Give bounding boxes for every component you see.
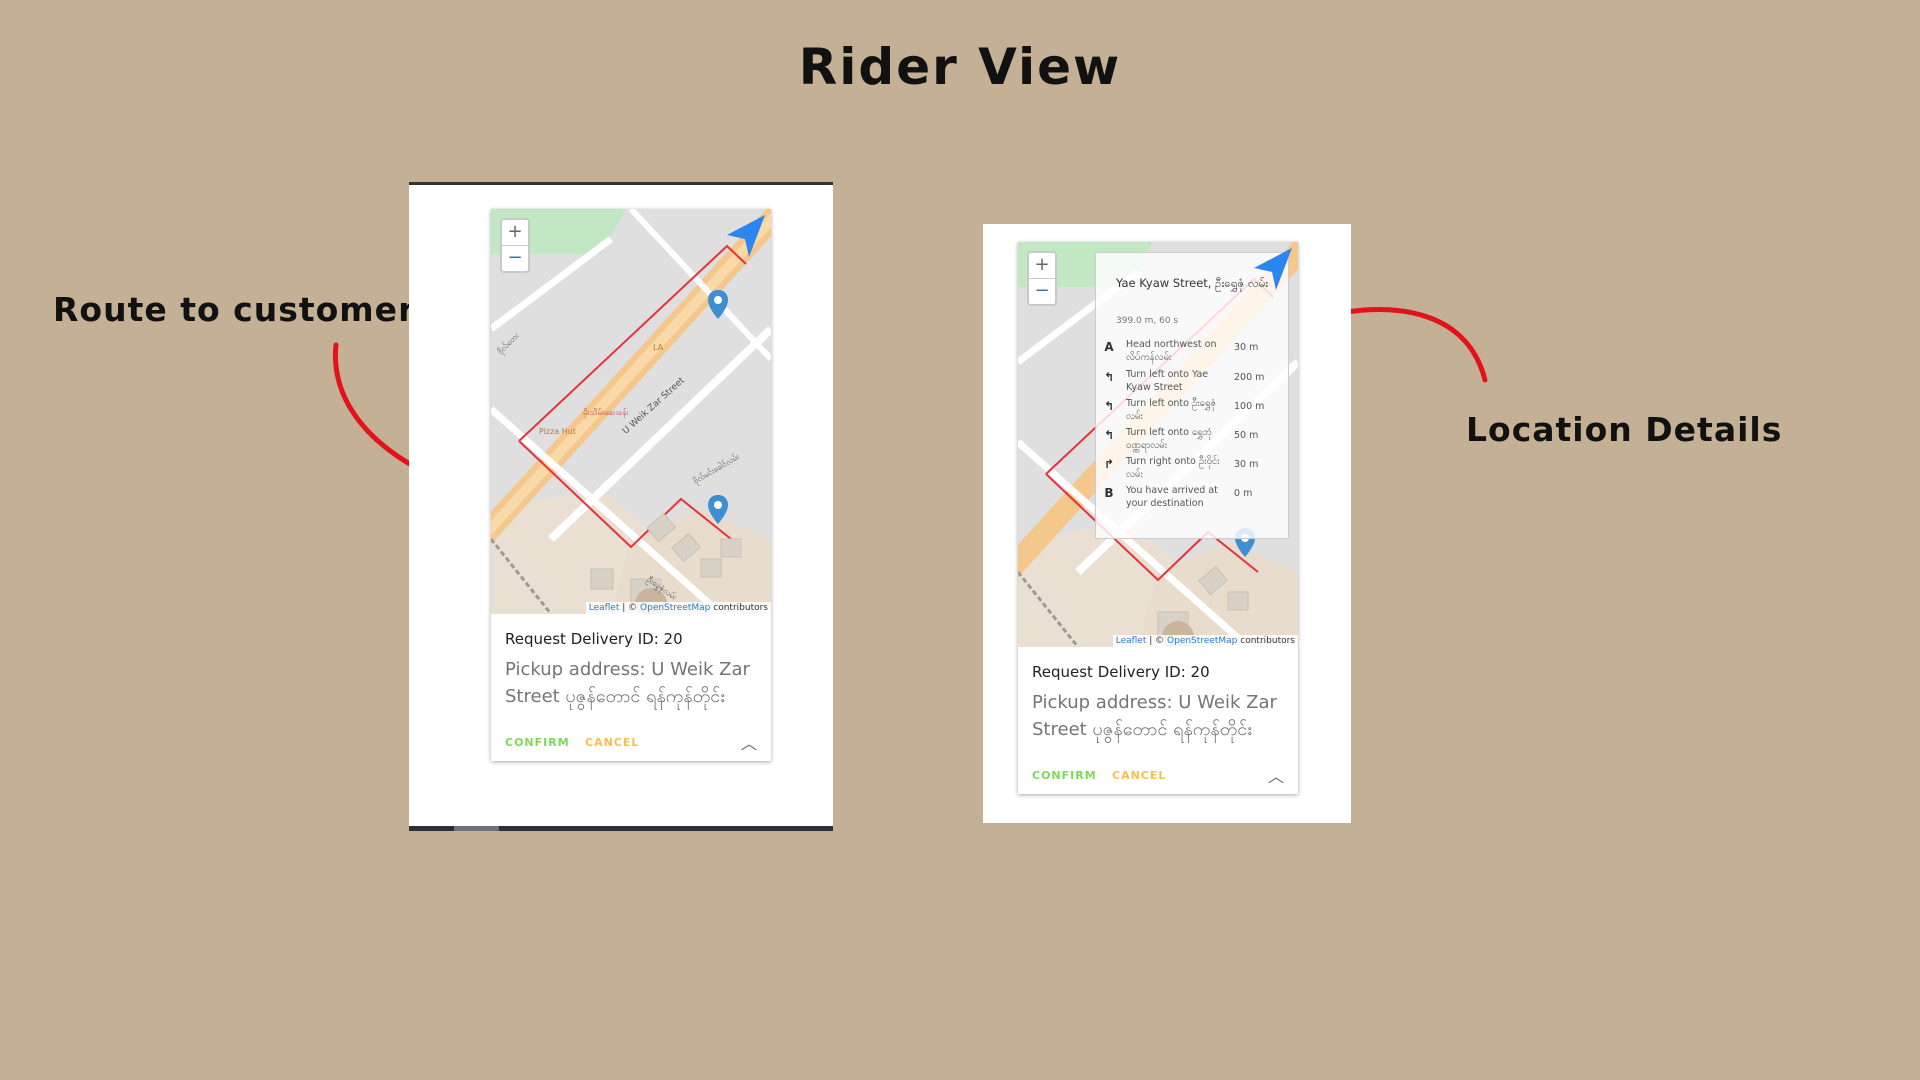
phone-screen: U Weik Zar Street Pizza Hut LA မိုးသိမ်း… (491, 209, 771, 761)
chevron-up-icon[interactable]: ︿ (741, 730, 757, 754)
route-step-text: Head northwest on လိပ်ကန်လမ်း (1126, 339, 1217, 363)
zoom-out-button[interactable]: − (1029, 279, 1055, 304)
end-marker-icon: B (1104, 486, 1114, 500)
map-view[interactable]: + − Yae Kyaw Street, ဦးရွှေဇုံ လမ်း 399.… (1018, 242, 1298, 647)
routing-directions-panel[interactable]: Yae Kyaw Street, ဦးရွှေဇုံ လမ်း 399.0 m,… (1095, 252, 1289, 539)
map-marker-icon[interactable] (707, 494, 729, 526)
navigate-arrow-icon[interactable] (721, 213, 767, 259)
route-step-distance: 100 m (1234, 401, 1265, 412)
cancel-button[interactable]: CANCEL (1112, 769, 1166, 782)
route-step-distance: 200 m (1234, 372, 1265, 383)
route-step-text: You have arrived at your destination (1126, 485, 1218, 509)
route-step: ↰ Turn left onto ရွှေဘုံ ဝဏ္ဏရာလမ်း 50 m (1102, 426, 1284, 456)
route-summary: 399.0 m, 60 s (1116, 316, 1179, 326)
request-id: Request Delivery ID: 20 (1032, 663, 1210, 681)
map-attribution: Leaflet | © OpenStreetMap contributors (1112, 635, 1298, 647)
navigate-arrow-icon[interactable] (1248, 246, 1294, 292)
poi-label: Pizza Hut (539, 427, 576, 436)
cancel-button[interactable]: CANCEL (585, 736, 639, 749)
zoom-out-button[interactable]: − (502, 246, 528, 271)
scrollbar-thumb[interactable] (454, 826, 499, 831)
zoom-control: + − (1027, 251, 1057, 306)
zoom-in-button[interactable]: + (502, 220, 528, 246)
map-tiles (491, 209, 771, 614)
start-marker-icon: A (1104, 340, 1114, 354)
attribution-rest: contributors (710, 603, 768, 613)
leaflet-link[interactable]: Leaflet (1116, 636, 1147, 646)
zoom-in-button[interactable]: + (1029, 253, 1055, 279)
route-step: ↱ Turn right onto ဦးဝိုင်း လမ်း 30 m (1102, 455, 1284, 485)
map-attribution: Leaflet | © OpenStreetMap contributors (585, 602, 771, 614)
turn-right-icon: ↱ (1103, 457, 1115, 471)
turn-left-icon: ↰ (1103, 399, 1115, 413)
route-step-text: Turn left onto Yae Kyaw Street (1126, 369, 1209, 393)
phone-screen: + − Yae Kyaw Street, ဦးရွှေဇုံ လမ်း 399.… (1018, 242, 1298, 794)
route-step-distance: 0 m (1234, 488, 1253, 499)
pickup-address: Pickup address: U Weik Zar Street ပုဇွန်… (505, 659, 750, 707)
confirm-button[interactable]: CONFIRM (1032, 769, 1097, 782)
poi-label: LA (653, 343, 664, 352)
osm-link[interactable]: OpenStreetMap (640, 603, 710, 613)
attribution-rest: contributors (1237, 636, 1295, 646)
turn-left-icon: ↰ (1103, 370, 1115, 384)
route-step: A Head northwest on လိပ်ကန်လမ်း 30 m (1102, 338, 1284, 368)
zoom-control: + − (500, 218, 530, 273)
route-step-distance: 30 m (1234, 342, 1259, 353)
pickup-address: Pickup address: U Weik Zar Street ပုဇွန်… (1032, 692, 1277, 740)
route-step: B You have arrived at your destination 0… (1102, 484, 1284, 514)
route-step-text: Turn left onto ဦးရွှေဇုံ လမ်း (1126, 398, 1217, 422)
route-step-distance: 50 m (1234, 430, 1259, 441)
delivery-card: Request Delivery ID: 20 Pickup address: … (491, 614, 771, 761)
confirm-button[interactable]: CONFIRM (505, 736, 570, 749)
chevron-up-icon[interactable]: ︿ (1268, 763, 1284, 787)
route-step-distance: 30 m (1234, 459, 1259, 470)
leaflet-link[interactable]: Leaflet (589, 603, 620, 613)
route-step: ↰ Turn left onto Yae Kyaw Street 200 m (1102, 368, 1284, 398)
route-step-text: Turn left onto ရွှေဘုံ ဝဏ္ဏရာလမ်း (1126, 427, 1212, 451)
screenshot-frame-location-details: + − Yae Kyaw Street, ဦးရွှေဇုံ လမ်း 399.… (983, 224, 1351, 823)
attribution-sep: | © (1146, 636, 1168, 646)
delivery-card: Request Delivery ID: 20 Pickup address: … (1018, 647, 1298, 794)
request-id: Request Delivery ID: 20 (505, 630, 683, 648)
map-marker-icon[interactable] (707, 289, 729, 321)
screenshot-frame-route: U Weik Zar Street Pizza Hut LA မိုးသိမ်း… (409, 182, 833, 831)
route-step-text: Turn right onto ဦးဝိုင်း လမ်း (1126, 456, 1220, 480)
poi-label: မိုးသိမ်းဆေးခန်း (583, 408, 629, 417)
attribution-sep: | © (619, 603, 641, 613)
map-view[interactable]: U Weik Zar Street Pizza Hut LA မိုးသိမ်း… (491, 209, 771, 614)
osm-link[interactable]: OpenStreetMap (1167, 636, 1237, 646)
route-step: ↰ Turn left onto ဦးရွှေဇုံ လမ်း 100 m (1102, 397, 1284, 427)
turn-left-icon: ↰ (1103, 428, 1115, 442)
right-arrow-icon (1302, 297, 1488, 383)
